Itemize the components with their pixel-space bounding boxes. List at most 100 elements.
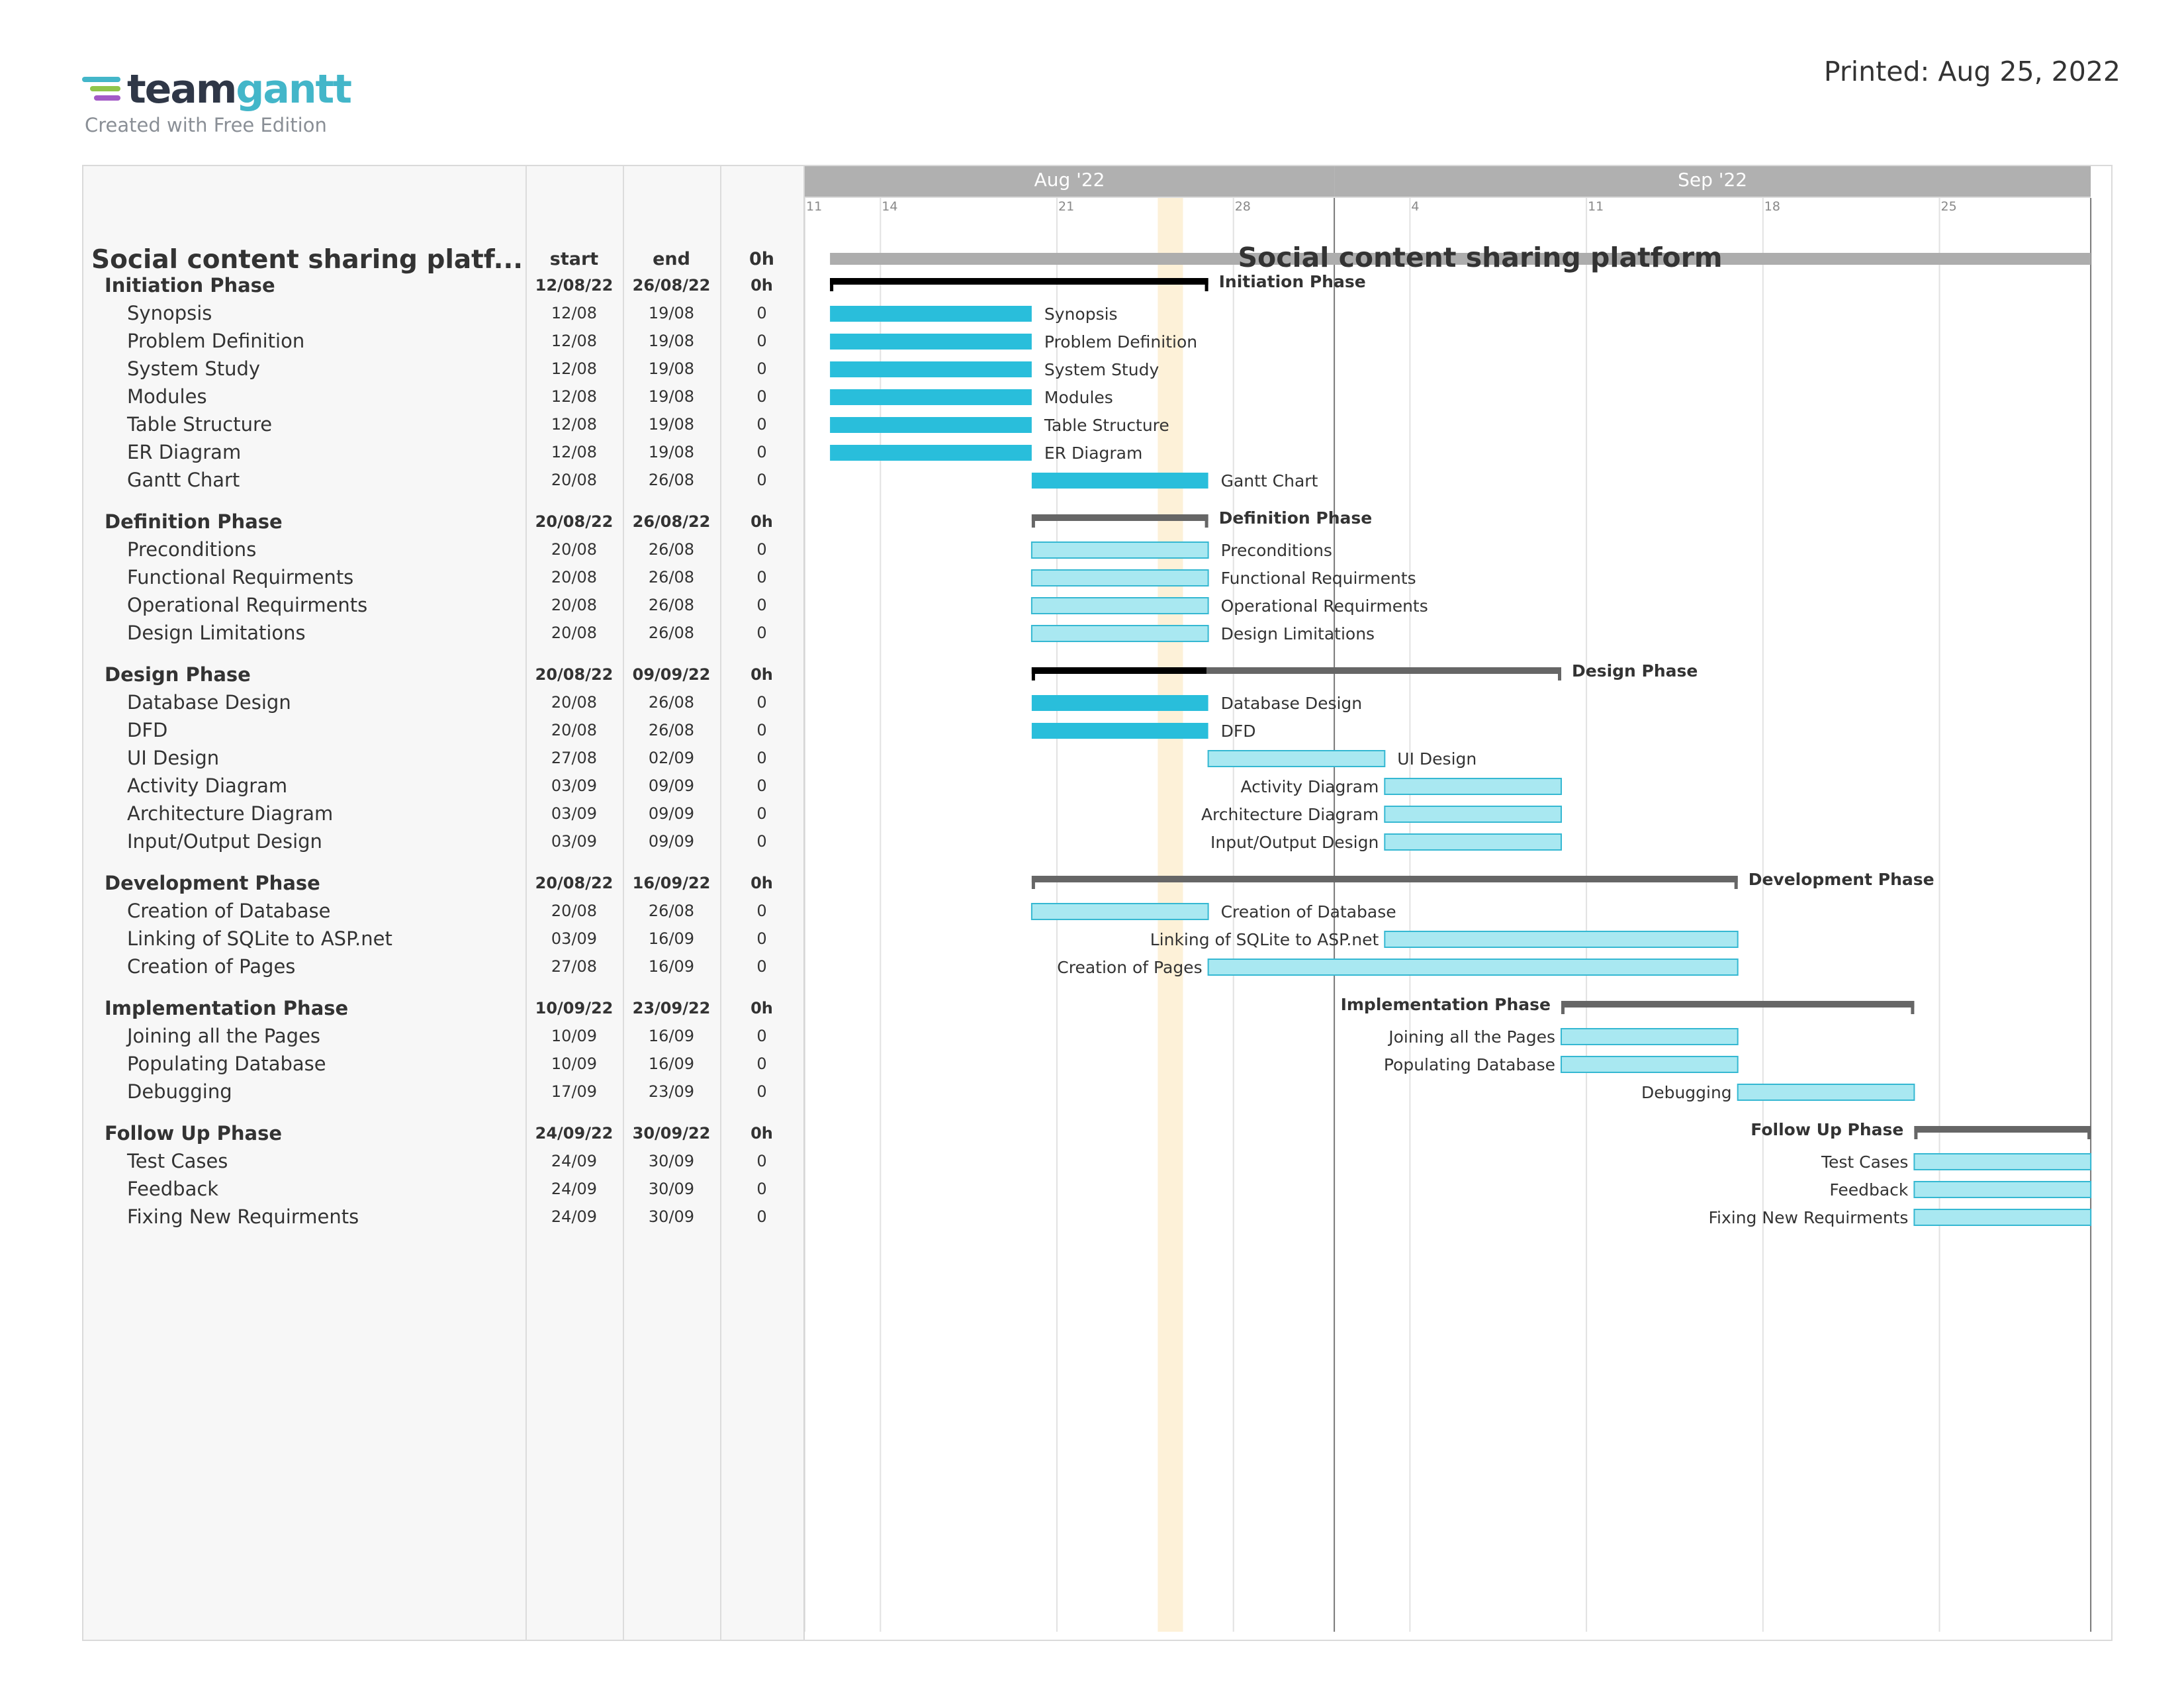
cell-start-date[interactable]: 20/08/22 (525, 512, 623, 531)
task-name[interactable]: Operational Requirments (127, 594, 367, 616)
cell-start-date[interactable]: 12/08 (525, 443, 623, 461)
cell-hours[interactable]: 0 (720, 957, 803, 976)
phase-name[interactable]: Implementation Phase (105, 997, 348, 1019)
task-name[interactable]: Modules (127, 385, 207, 408)
cell-hours[interactable]: 0 (720, 471, 803, 489)
phase-name[interactable]: Development Phase (105, 872, 320, 894)
cell-start-date[interactable]: 03/09 (525, 804, 623, 823)
cell-start-date[interactable]: 20/08 (525, 568, 623, 586)
task-name[interactable]: Table Structure (127, 413, 272, 436)
cell-end-date[interactable]: 26/08/22 (623, 512, 720, 531)
task-name[interactable]: Fixing New Requirments (127, 1205, 359, 1228)
cell-end-date[interactable]: 09/09 (623, 804, 720, 823)
cell-hours[interactable]: 0h (720, 874, 803, 892)
task-name[interactable]: ER Diagram (127, 441, 241, 463)
task-name[interactable]: Activity Diagram (127, 774, 287, 797)
cell-end-date[interactable]: 30/09 (623, 1207, 720, 1226)
task-name[interactable]: Problem Definition (127, 330, 304, 352)
cell-start-date[interactable]: 24/09 (525, 1180, 623, 1198)
task-name[interactable]: Creation of Pages (127, 955, 295, 978)
cell-start-date[interactable]: 24/09/22 (525, 1124, 623, 1143)
task-name[interactable]: Linking of SQLite to ASP.net (127, 927, 392, 950)
cell-start-date[interactable]: 24/09 (525, 1152, 623, 1170)
cell-end-date[interactable]: 26/08 (623, 568, 720, 586)
cell-end-date[interactable]: 19/08 (623, 304, 720, 322)
cell-start-date[interactable]: 10/09 (525, 1027, 623, 1045)
cell-start-date[interactable]: 10/09/22 (525, 999, 623, 1017)
cell-hours[interactable]: 0h (720, 665, 803, 684)
cell-start-date[interactable]: 20/08/22 (525, 665, 623, 684)
cell-start-date[interactable]: 20/08 (525, 902, 623, 920)
cell-hours[interactable]: 0 (720, 749, 803, 767)
cell-start-date[interactable]: 20/08 (525, 693, 623, 712)
cell-start-date[interactable]: 12/08 (525, 332, 623, 350)
cell-hours[interactable]: 0 (720, 596, 803, 614)
cell-end-date[interactable]: 23/09 (623, 1082, 720, 1101)
task-name[interactable]: System Study (127, 357, 260, 380)
cell-hours[interactable]: 0h (720, 1124, 803, 1143)
cell-start-date[interactable]: 20/08/22 (525, 874, 623, 892)
task-name[interactable]: Architecture Diagram (127, 802, 333, 825)
cell-end-date[interactable]: 26/08 (623, 624, 720, 642)
task-name[interactable]: Synopsis (127, 302, 212, 324)
cell-hours[interactable]: 0 (720, 1207, 803, 1226)
cell-end-date[interactable]: 26/08 (623, 471, 720, 489)
cell-end-date[interactable]: 26/08 (623, 596, 720, 614)
cell-start-date[interactable]: 12/08/22 (525, 276, 623, 295)
cell-end-date[interactable]: 09/09 (623, 776, 720, 795)
cell-end-date[interactable]: 19/08 (623, 332, 720, 350)
cell-hours[interactable]: 0 (720, 568, 803, 586)
cell-hours[interactable]: 0 (720, 1152, 803, 1170)
task-name[interactable]: Test Cases (127, 1150, 228, 1172)
cell-start-date[interactable]: 03/09 (525, 776, 623, 795)
task-name[interactable]: UI Design (127, 747, 219, 769)
cell-hours[interactable]: 0 (720, 929, 803, 948)
cell-end-date[interactable]: 02/09 (623, 749, 720, 767)
cell-hours[interactable]: 0 (720, 721, 803, 739)
cell-start-date[interactable]: 20/08 (525, 540, 623, 559)
task-name[interactable]: Populating Database (127, 1053, 326, 1075)
cell-start-date[interactable]: 12/08 (525, 415, 623, 434)
cell-end-date[interactable]: 19/08 (623, 443, 720, 461)
cell-hours[interactable]: 0h (720, 512, 803, 531)
cell-start-date[interactable]: 03/09 (525, 929, 623, 948)
cell-end-date[interactable]: 19/08 (623, 359, 720, 378)
cell-start-date[interactable]: 20/08 (525, 471, 623, 489)
cell-end-date[interactable]: 16/09 (623, 1055, 720, 1073)
cell-hours[interactable]: 0 (720, 902, 803, 920)
cell-start-date[interactable]: 17/09 (525, 1082, 623, 1101)
cell-start-date[interactable]: 12/08 (525, 304, 623, 322)
cell-hours[interactable]: 0 (720, 1027, 803, 1045)
cell-hours[interactable]: 0 (720, 540, 803, 559)
cell-end-date[interactable]: 16/09 (623, 957, 720, 976)
cell-hours[interactable]: 0 (720, 1055, 803, 1073)
cell-hours[interactable]: 0 (720, 1180, 803, 1198)
cell-hours[interactable]: 0 (720, 804, 803, 823)
cell-end-date[interactable]: 23/09/22 (623, 999, 720, 1017)
cell-hours[interactable]: 0 (720, 776, 803, 795)
cell-hours[interactable]: 0 (720, 832, 803, 851)
cell-end-date[interactable]: 16/09 (623, 929, 720, 948)
cell-start-date[interactable]: 20/08 (525, 624, 623, 642)
phase-name[interactable]: Follow Up Phase (105, 1122, 282, 1145)
task-name[interactable]: Creation of Database (127, 900, 330, 922)
cell-start-date[interactable]: 20/08 (525, 596, 623, 614)
task-name[interactable]: Database Design (127, 691, 291, 714)
cell-end-date[interactable]: 26/08 (623, 540, 720, 559)
cell-end-date[interactable]: 26/08/22 (623, 276, 720, 295)
task-name[interactable]: Preconditions (127, 538, 256, 561)
cell-start-date[interactable]: 24/09 (525, 1207, 623, 1226)
cell-hours[interactable]: 0 (720, 443, 803, 461)
cell-end-date[interactable]: 30/09 (623, 1152, 720, 1170)
cell-end-date[interactable]: 19/08 (623, 387, 720, 406)
cell-hours[interactable]: 0 (720, 624, 803, 642)
cell-end-date[interactable]: 09/09 (623, 832, 720, 851)
cell-start-date[interactable]: 12/08 (525, 387, 623, 406)
cell-hours[interactable]: 0 (720, 693, 803, 712)
cell-end-date[interactable]: 30/09/22 (623, 1124, 720, 1143)
phase-name[interactable]: Design Phase (105, 663, 251, 686)
project-title[interactable]: Social content sharing platf... (91, 245, 523, 275)
cell-end-date[interactable]: 30/09 (623, 1180, 720, 1198)
cell-start-date[interactable]: 27/08 (525, 957, 623, 976)
cell-end-date[interactable]: 19/08 (623, 415, 720, 434)
